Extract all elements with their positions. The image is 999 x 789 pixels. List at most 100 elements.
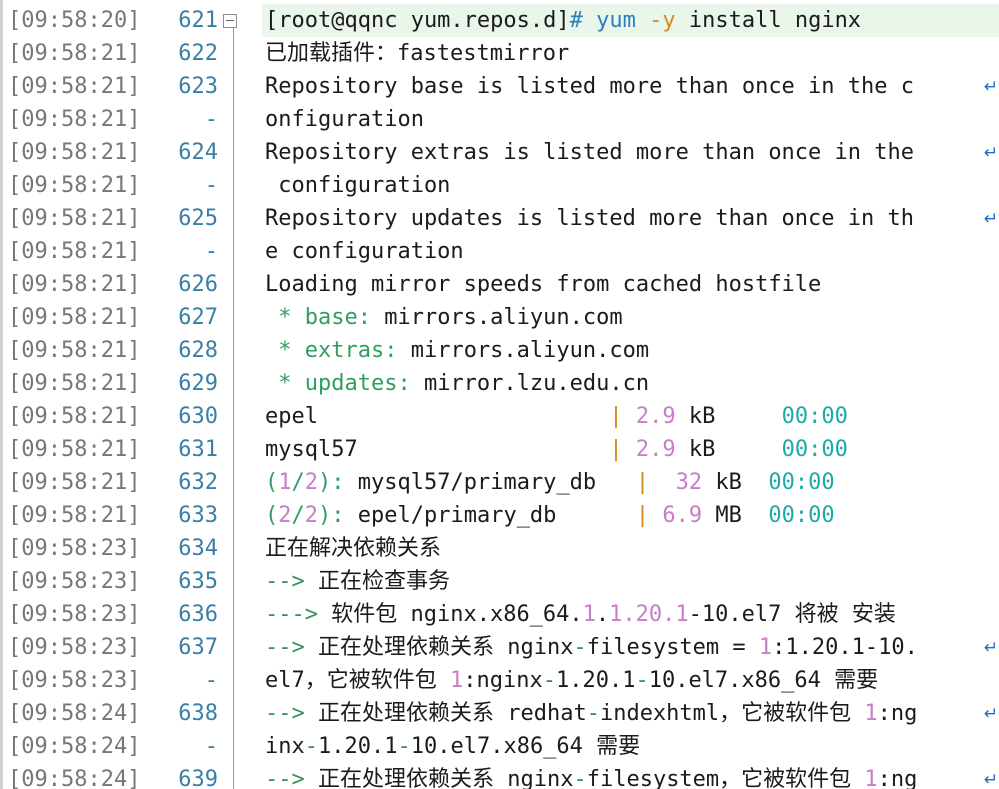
text-segment: epel/primary_db <box>357 503 636 528</box>
log-row[interactable]: [09:58:23] 637 --> 正在处理依赖关系 nginx-filesyst… <box>0 631 999 664</box>
line-number: 632 <box>178 470 218 495</box>
line-number: 621 <box>178 8 218 33</box>
timestamp: [09:58:21] <box>8 437 141 462</box>
timestamp: [09:58:21] <box>8 41 141 66</box>
timestamp: [09:58:21] <box>8 371 141 396</box>
line-number: 626 <box>178 272 218 297</box>
log-row[interactable]: [09:58:21] 625 Repository updates is liste… <box>0 202 999 235</box>
fold-collapse-icon[interactable] <box>223 14 237 28</box>
soft-wrap-arrow-icon: ↵ <box>983 77 999 97</box>
line-number: - <box>204 668 218 693</box>
text-segment: [root@qqnc yum.repos.d] <box>265 8 570 33</box>
text-segment: 2 <box>278 503 292 528</box>
log-row[interactable]: [09:58:21] 627 * base: mirrors.aliyun.com <box>0 301 999 334</box>
timestamp: [09:58:23] <box>8 635 141 660</box>
text-segment: mirrors.aliyun.com <box>370 305 623 330</box>
text-segment: el7，它被软件包 <box>265 668 450 693</box>
log-row[interactable]: [09:58:21] 630 epel | 2.9 kB 00:00 <box>0 400 999 433</box>
line-number: 635 <box>178 569 218 594</box>
log-viewer[interactable]: [09:58:20] 621 [root@qqnc yum.repos.d]# yu… <box>0 0 999 789</box>
text-segment: 00:00 <box>781 437 848 462</box>
log-row[interactable]: [09:58:21] 629 * updates: mirror.lzu.edu.… <box>0 367 999 400</box>
timestamp: [09:58:24] <box>8 701 141 726</box>
log-text: [root@qqnc yum.repos.d]# yum -y install … <box>265 4 971 37</box>
log-text: configuration <box>265 169 971 202</box>
line-number: 627 <box>178 305 218 330</box>
log-row[interactable]: [09:58:20] 621 [root@qqnc yum.repos.d]# yu… <box>0 4 999 37</box>
text-segment: :ng <box>877 767 918 789</box>
log-row[interactable]: [09:58:21] 631 mysql57 | 2.9 kB 00:00 <box>0 433 999 466</box>
timestamp: [09:58:20] <box>8 8 141 33</box>
line-number: 629 <box>178 371 218 396</box>
line-number: 636 <box>178 602 218 627</box>
timestamp: [09:58:21] <box>8 107 141 132</box>
text-segment: MB <box>702 503 769 528</box>
log-row[interactable]: [09:58:21] 626 Loading mirror speeds from … <box>0 268 999 301</box>
text-segment: ): <box>318 503 358 528</box>
text-segment: ---> <box>265 602 332 627</box>
log-text: * updates: mirror.lzu.edu.cn <box>265 367 971 400</box>
text-segment: : <box>384 338 398 363</box>
log-row[interactable]: [09:58:23] 634 正在解决依赖关系 <box>0 532 999 565</box>
timestamp: [09:58:24] <box>8 734 141 759</box>
text-segment: 2 <box>304 503 318 528</box>
log-row[interactable]: [09:58:21] - e configuration <box>0 235 999 268</box>
log-row[interactable]: [09:58:24] 638 --> 正在处理依赖关系 redhat-indexht… <box>0 697 999 730</box>
soft-wrap-arrow-icon: ↵ <box>983 209 999 229</box>
log-text: (2/2): epel/primary_db | 6.9 MB 00:00 <box>265 499 971 532</box>
log-row[interactable]: [09:58:24] - inx-1.20.1-10.el7.x86_64 需要 <box>0 730 999 763</box>
text-segment: :ng <box>877 701 918 726</box>
text-segment: 1 <box>758 635 773 660</box>
log-text: Repository extras is listed more than on… <box>265 136 971 169</box>
timestamp: [09:58:23] <box>8 668 141 693</box>
text-segment: 1.20.1 <box>609 602 689 627</box>
text-segment: : <box>357 305 371 330</box>
timestamp: [09:58:24] <box>8 767 141 789</box>
log-row[interactable]: [09:58:21] 622 已加载插件：fastestmirror <box>0 37 999 70</box>
text-segment: 00:00 <box>781 404 848 429</box>
line-number: 628 <box>178 338 218 363</box>
line-number: 638 <box>178 701 218 726</box>
text-segment: Loading mirror speeds from cached hostfi… <box>265 272 822 297</box>
timestamp: [09:58:21] <box>8 503 141 528</box>
log-text: epel | 2.9 kB 00:00 <box>265 400 971 433</box>
text-segment: 1 <box>864 701 878 726</box>
log-row[interactable]: [09:58:21] 633 (2/2): epel/primary_db | 6.… <box>0 499 999 532</box>
text-segment: 10.el7.x86_64 需要 <box>410 734 641 759</box>
text-segment: 1 <box>449 668 464 693</box>
log-row[interactable]: [09:58:21] - onfiguration <box>0 103 999 136</box>
text-segment: | <box>635 503 663 528</box>
log-text: * base: mirrors.aliyun.com <box>265 301 971 334</box>
log-row[interactable]: [09:58:23] 635 --> 正在检查事务 <box>0 565 999 598</box>
text-segment: ( <box>265 470 279 495</box>
text-segment: mysql57 <box>265 437 610 462</box>
soft-wrap-arrow-icon: ↵ <box>983 143 999 163</box>
text-segment: 32 <box>675 470 703 495</box>
log-row[interactable]: [09:58:21] 623 Repository base is listed m… <box>0 70 999 103</box>
log-text: onfiguration <box>265 103 971 136</box>
timestamp: [09:58:21] <box>8 206 141 231</box>
text-segment: - <box>635 668 649 693</box>
text-segment: indexhtml，它被软件包 <box>599 701 865 726</box>
log-row[interactable]: [09:58:23] 636 ---> 软件包 nginx.x86_64.1.1.2… <box>0 598 999 631</box>
log-row[interactable]: [09:58:21] 632 (1/2): mysql57/primary_db |… <box>0 466 999 499</box>
log-row[interactable]: [09:58:21] 624 Repository extras is listed… <box>0 136 999 169</box>
line-number: - <box>204 239 218 264</box>
text-segment: - <box>542 668 556 693</box>
log-row[interactable]: [09:58:21] - configuration <box>0 169 999 202</box>
log-row[interactable]: [09:58:24] 639 --> 正在处理依赖关系 nginx-filesyst… <box>0 763 999 789</box>
text-segment: :nginx <box>463 668 543 693</box>
log-row[interactable]: [09:58:21] 628 * extras: mirrors.aliyun.c… <box>0 334 999 367</box>
text-segment: 正在处理依赖关系 nginx <box>317 635 574 660</box>
text-segment: filesystem，它被软件包 <box>586 767 865 789</box>
line-number: 639 <box>178 767 218 789</box>
line-number: 623 <box>178 74 218 99</box>
log-row[interactable]: [09:58:23] - el7，它被软件包 1:nginx-1.20.1-10.e… <box>0 664 999 697</box>
timestamp: [09:58:23] <box>8 536 141 561</box>
line-number: - <box>204 173 218 198</box>
line-number: 622 <box>178 41 218 66</box>
timestamp: [09:58:21] <box>8 239 141 264</box>
timestamp: [09:58:23] <box>8 602 141 627</box>
timestamp: [09:58:21] <box>8 470 141 495</box>
text-segment: - <box>304 734 318 759</box>
